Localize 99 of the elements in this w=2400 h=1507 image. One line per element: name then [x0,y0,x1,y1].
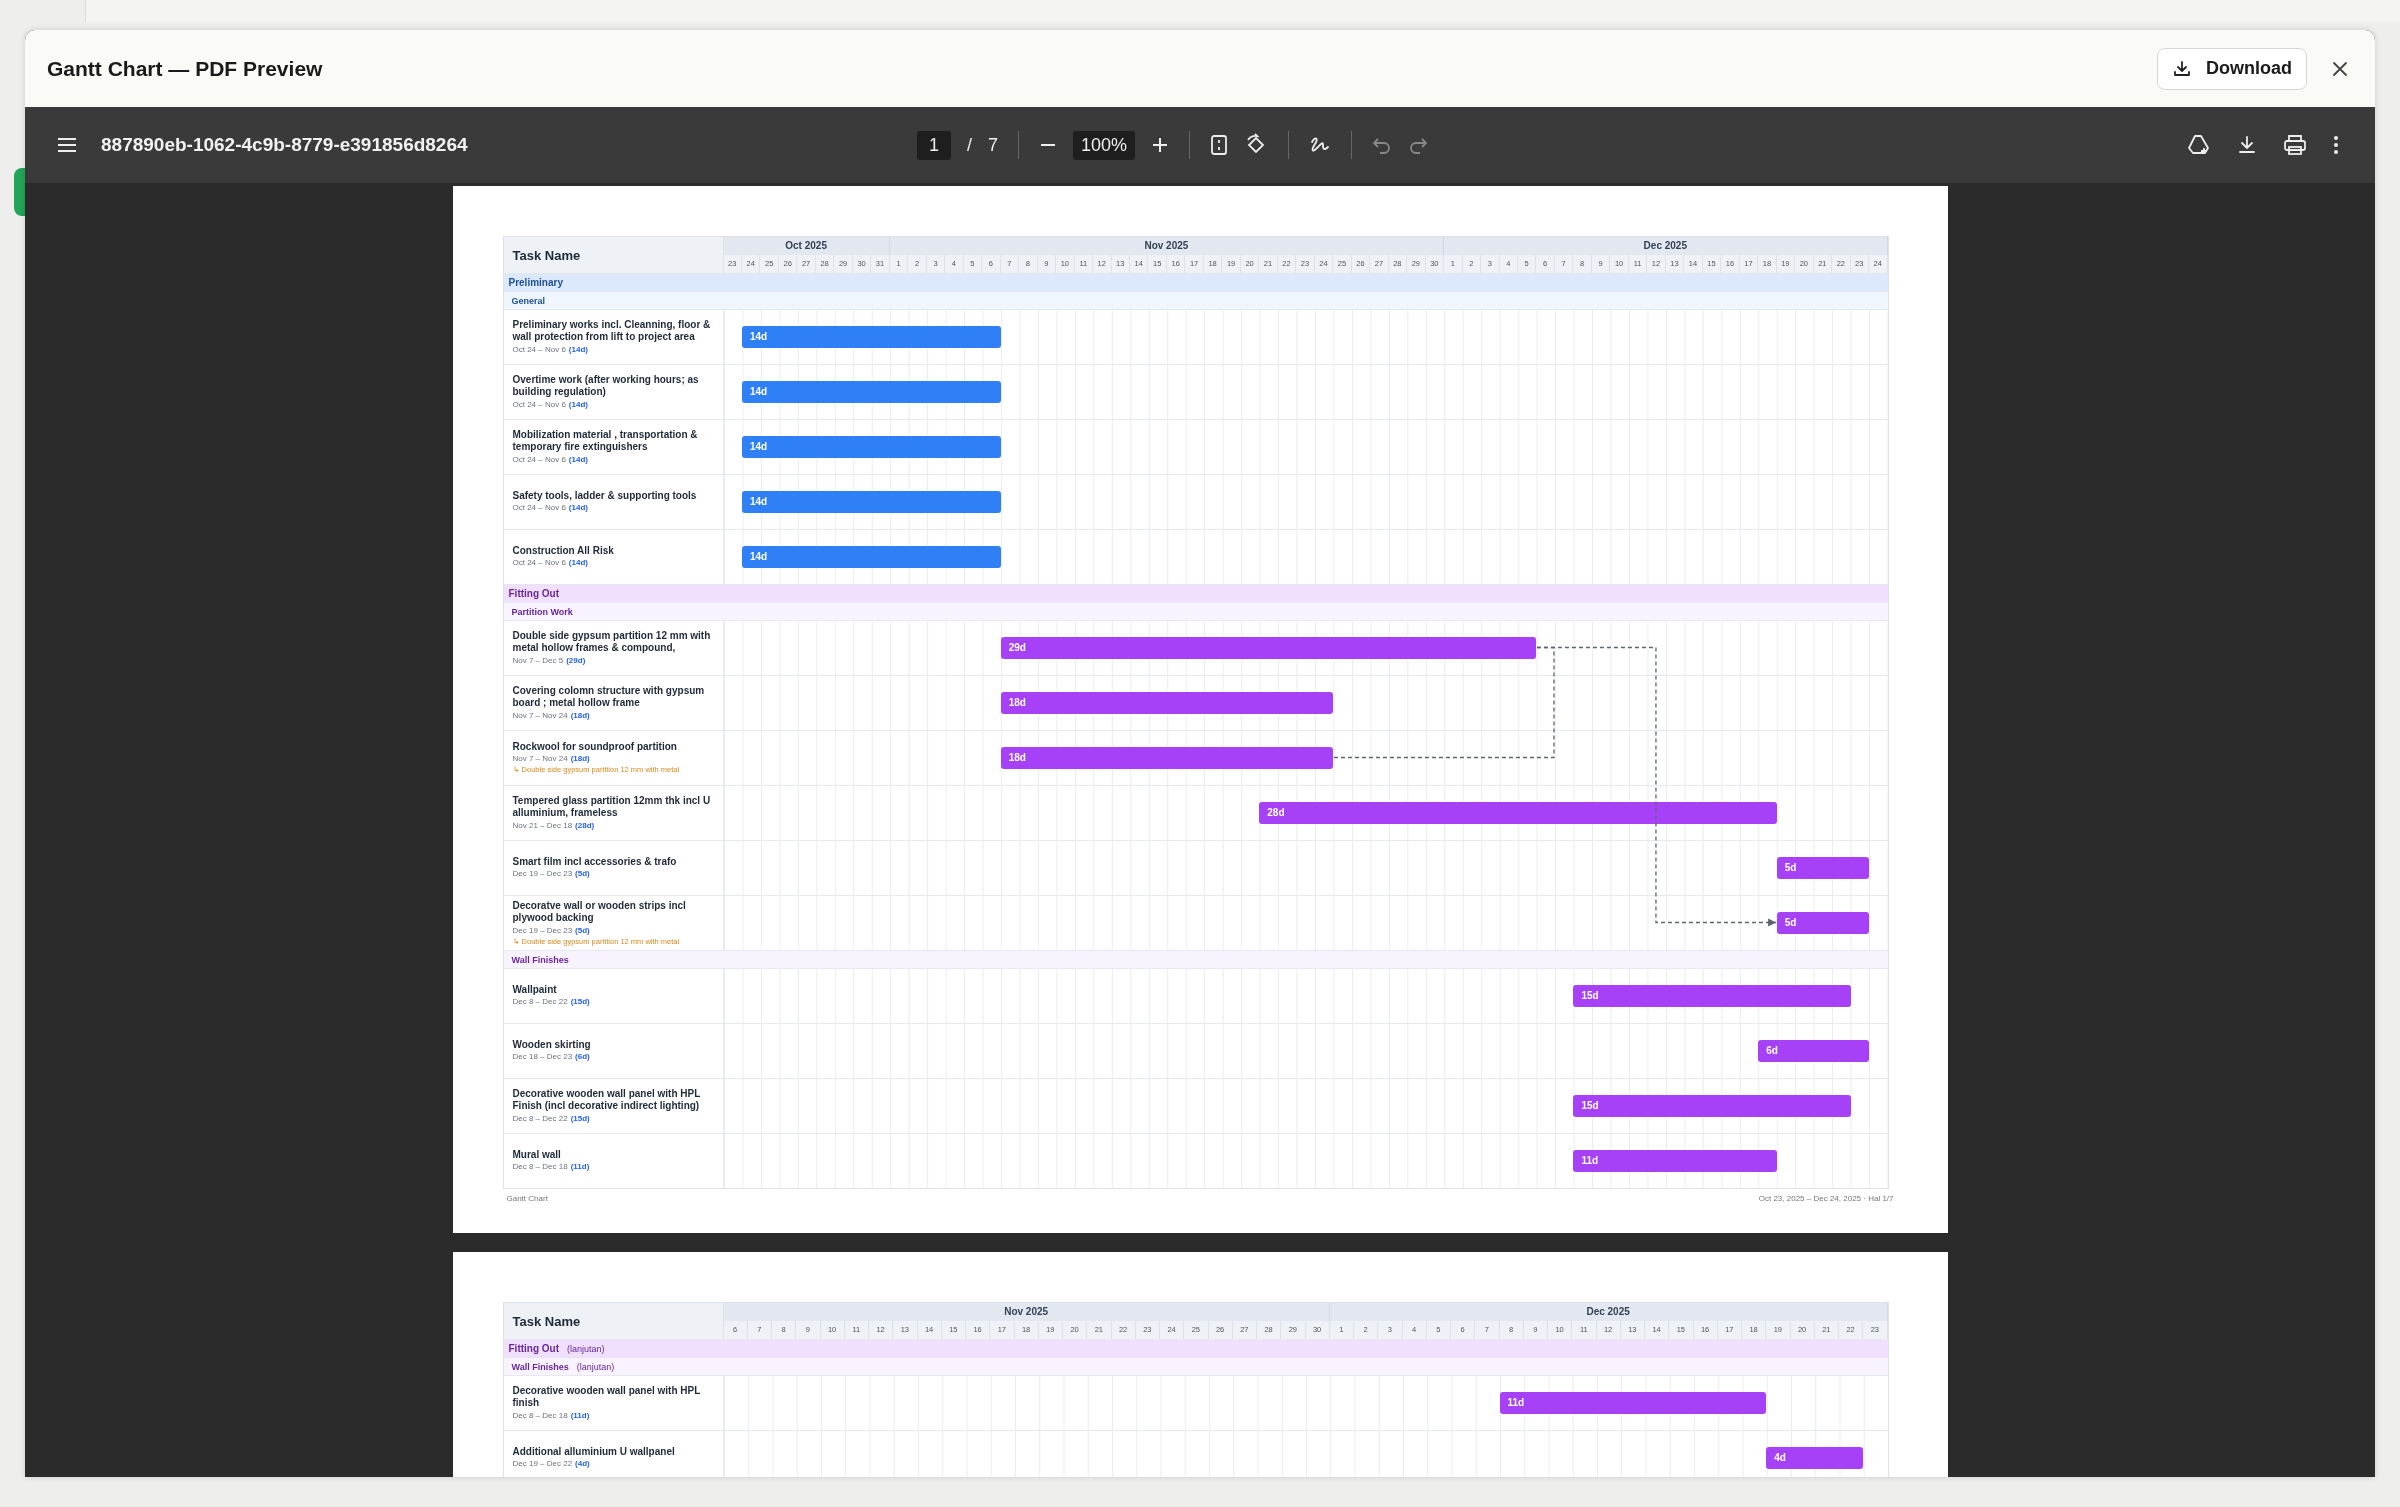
task-name: Covering colomn structure with gypsum board ; metal hollow frame [512,684,706,710]
task-bar[interactable]: 28d [1259,802,1777,824]
task-duration: (14d) [568,399,588,409]
task-name: Wooden skirting [512,1038,592,1052]
task-bar[interactable]: 15d [1573,1095,1851,1117]
more-icon[interactable] [2333,135,2339,155]
task-name: Mobilization material , transportation & temporary fire extinguishers [512,428,699,454]
task-dates: Dec 19 – Dec 22 [512,1459,573,1469]
task-bar[interactable]: 5d [1776,857,1869,879]
task-dates: Dec 8 – Dec 22 [512,997,568,1007]
task-dates: Nov 7 – Dec 5 [512,655,564,665]
task-name: Decoratve wall or wooden strips incl plywood backing [512,899,687,925]
task-name: Decorative wooden wall panel with HPL finish [512,1384,702,1410]
task-bar[interactable]: 4d [1766,1447,1864,1469]
task-name: Safety tools, ladder & supporting tools [512,489,698,503]
group-name: Preliminary [508,277,563,288]
task-dates: Nov 21 – Dec 18 [512,820,573,830]
task-bar[interactable]: 29d [1000,637,1537,659]
column-header: Task Name [503,1303,724,1339]
close-icon[interactable] [2331,59,2349,78]
task-bar[interactable]: 5d [1776,912,1869,934]
page-total: 7 [988,134,999,156]
task-bar[interactable]: 14d [741,491,1001,513]
file-name: 887890eb-1062-4c9b-8779-e391856d8264 [101,134,468,156]
task-name: Additional alluminium U wallpanel [512,1445,676,1459]
task-dates: Nov 7 – Nov 24 [512,754,568,764]
task-duration: (14d) [568,454,588,464]
task-name: Preliminary works incl. Cleanning, floor & wall protection from lift to project area [512,318,712,344]
task-bar[interactable]: 14d [741,381,1001,403]
task-name: Decorative wooden wall panel with HPL Finish (incl decorative indirect lighting) [512,1087,702,1113]
task-bar[interactable]: 18d [1000,692,1334,714]
task-dates: Dec 19 – Dec 23 [512,925,573,935]
task-bar[interactable]: 6d [1758,1040,1869,1062]
task-dates: Oct 24 – Nov 6 [512,344,566,354]
print-icon[interactable] [2283,134,2307,156]
task-duration: (14d) [568,558,588,568]
task-name: Construction All Risk [512,544,615,558]
drive-add-icon[interactable] [2187,134,2211,156]
subgroup-name: Partition Work [510,606,573,617]
continued-note: (lanjutan) [576,1361,615,1372]
subgroup-name: General [510,295,546,306]
page-footer: Gantt Chart [506,1194,548,1203]
task-dates: Nov 7 – Nov 24 [512,710,568,720]
task-duration: (15d) [570,997,590,1007]
task-duration: (4d) [575,1459,590,1469]
task-dates: Oct 24 – Nov 6 [512,558,566,568]
task-name: Overtime work (after working hours; as building regulation) [512,373,700,399]
task-dates: Dec 8 – Dec 18 [512,1162,568,1172]
download-icon [2172,58,2192,79]
task-bar[interactable]: 11d [1573,1150,1777,1172]
task-duration: (14d) [568,344,588,354]
task-name: Tempered glass partition 12mm thk incl U alluminium, frameless [512,794,712,820]
task-duration: (5d) [575,869,590,879]
task-bar[interactable]: 18d [1000,747,1334,769]
task-dates: Oct 24 – Nov 6 [512,454,566,464]
subgroup-name: Wall Finishes [510,1361,569,1372]
task-dates: Dec 8 – Dec 18 [512,1410,568,1420]
zoom-in-icon[interactable] [1151,136,1170,154]
undo-icon[interactable] [1372,136,1393,154]
task-bar[interactable]: 14d [741,546,1001,568]
dialog-title: Gantt Chart — PDF Preview [47,56,324,81]
task-duration: (29d) [566,655,586,665]
page-separator: / [967,134,973,156]
task-duration: (5d) [575,925,590,935]
task-bar[interactable]: 14d [741,436,1001,458]
download-icon[interactable] [2237,135,2257,155]
task-dates: Dec 19 – Dec 23 [512,869,573,879]
column-header: Task Name [503,237,724,273]
task-dates: Oct 24 – Nov 6 [512,503,566,513]
task-name: Rockwool for soundproof partition [512,740,678,754]
continued-note: (lanjutan) [567,1343,605,1354]
task-duration: (6d) [575,1052,590,1062]
menu-icon[interactable] [57,137,77,153]
task-dates: Dec 8 – Dec 22 [512,1113,568,1123]
task-duration: (15d) [570,1113,590,1123]
task-name: Mural wall [512,1148,562,1162]
task-duration: (14d) [568,503,588,513]
task-name: Wallpaint [512,983,558,997]
task-duration: (11d) [570,1162,590,1172]
subgroup-name: Wall Finishes [510,954,569,965]
page-number-field[interactable]: 1 [917,130,951,160]
task-duration: (18d) [570,710,590,720]
task-bar[interactable]: 15d [1573,985,1851,1007]
group-name: Fitting Out [508,588,560,599]
task-duration: (11d) [570,1410,590,1420]
redo-icon[interactable] [1408,136,1429,154]
group-name: Fitting Out [508,1343,560,1354]
download-button[interactable]: Download [2157,47,2307,90]
fit-page-icon[interactable] [1210,134,1229,156]
task-dates: Dec 18 – Dec 23 [512,1052,573,1062]
task-name: Double side gypsum partition 12 mm with metal hollow frames & compound, [512,629,712,655]
task-dates: Oct 24 – Nov 6 [512,399,566,409]
page-footer: Oct 23, 2025 – Dec 24, 2025 · Hal 1/7 [1758,1194,1894,1203]
task-duration: (18d) [570,754,590,764]
task-bar[interactable]: 14d [741,326,1001,348]
task-duration: (28d) [575,820,595,830]
task-bar[interactable]: 11d [1499,1392,1767,1414]
zoom-field[interactable]: 100% [1073,130,1136,160]
task-name: Smart film incl accessories & trafo [512,855,678,869]
